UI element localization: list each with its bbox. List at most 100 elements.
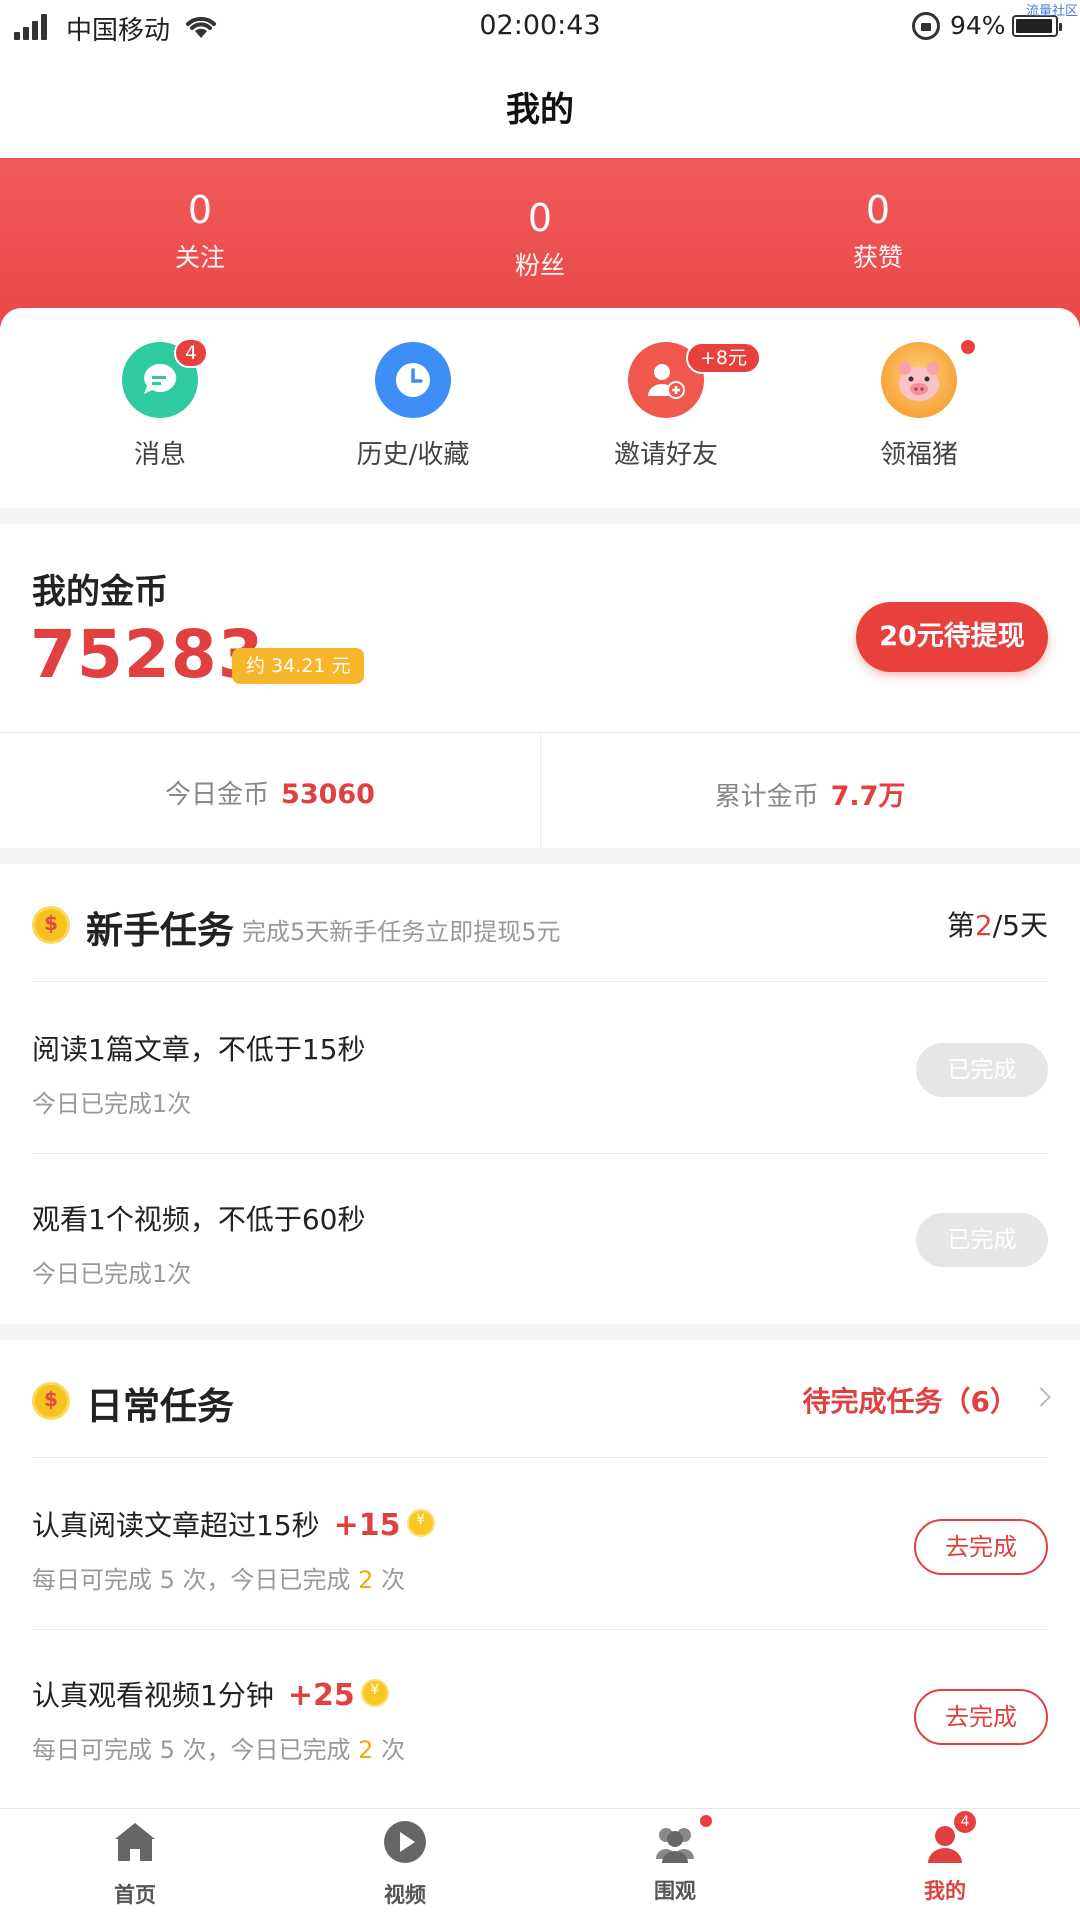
home-icon <box>115 1823 155 1861</box>
progress-current: 2 <box>974 909 993 942</box>
total-coins-label: 累计金币 <box>714 782 819 812</box>
stat-value: 0 <box>187 188 213 232</box>
add-user-icon: +8元 <box>628 342 762 418</box>
go-complete-button[interactable]: 去完成 <box>914 1519 1048 1575</box>
clock-icon <box>375 342 451 418</box>
progress-suffix: /5天 <box>992 909 1048 942</box>
invite-reward-badge: +8元 <box>686 342 762 374</box>
today-coins-value: 53060 <box>281 779 375 810</box>
rotation-lock-icon <box>912 12 940 40</box>
section-subtitle: 完成5天新手任务立即提现5元 <box>242 918 561 946</box>
notification-dot <box>961 340 975 354</box>
task-title: 认真观看视频1分钟 +25 <box>32 1674 389 1714</box>
newbie-progress: 第2/5天 <box>947 904 1048 944</box>
watermark: 流量社区 <box>1025 4 1078 19</box>
page-title: 我的 <box>506 90 574 130</box>
tab-label: 视频 <box>384 1883 426 1907</box>
task-progress-suffix: 次 <box>373 1566 406 1594</box>
coin-icon <box>32 1382 70 1420</box>
task-progress: 每日可完成 5 次，今日已完成 2 次 <box>32 1560 405 1595</box>
stat-label: 粉丝 <box>514 251 565 280</box>
play-icon <box>384 1821 426 1863</box>
task-status: 今日已完成1次 <box>32 1260 192 1288</box>
quick-action-label: 领福猪 <box>879 440 958 470</box>
profile-badge: 4 <box>952 1809 978 1835</box>
stat-following[interactable]: 0 关注 <box>100 188 300 274</box>
coin-icon <box>360 1679 389 1707</box>
quick-action-label: 历史/收藏 <box>356 440 470 470</box>
stat-value: 0 <box>865 188 891 232</box>
task-row: 认真观看视频1分钟 +25 每日可完成 5 次，今日已完成 2 次 去完成 <box>32 1630 1048 1800</box>
status-bar: 中国移动 02:00:43 94% 流量社区 <box>0 0 1080 52</box>
page: 中国移动 02:00:43 94% 流量社区 我的 0 关注 0 粉丝 0 获赞 <box>0 0 1080 1920</box>
task-progress: 每日可完成 5 次，今日已完成 2 次 <box>32 1730 405 1765</box>
message-icon: 4 <box>122 338 208 418</box>
task-name: 认真阅读文章超过15秒 <box>32 1509 320 1542</box>
chevron-right-icon <box>1031 1387 1051 1407</box>
task-row: 观看1个视频，不低于60秒 今日已完成1次 已完成 <box>32 1154 1048 1324</box>
go-complete-button[interactable]: 去完成 <box>914 1689 1048 1745</box>
section-header[interactable]: 日常任务 待完成任务（6） <box>32 1340 1051 1458</box>
quick-action-messages[interactable]: 4 消息 <box>60 338 260 471</box>
task-name: 认真观看视频1分钟 <box>32 1679 274 1712</box>
today-coins-label: 今日金币 <box>165 780 270 810</box>
quick-action-label: 邀请好友 <box>613 440 718 470</box>
task-progress-count: 2 <box>358 1736 374 1764</box>
section-title: 日常任务 <box>86 1385 234 1428</box>
task-row: 阅读1篇文章，不低于15秒 今日已完成1次 已完成 <box>32 984 1048 1154</box>
coins-title: 我的金币 <box>32 572 168 612</box>
coins-card: 我的金币 75283 约 34.21 元 20元待提现 今日金币 53060 累计… <box>0 524 1080 848</box>
quick-actions: 4 消息 历史/收藏 +8元 邀请好友 领福猪 <box>0 308 1080 508</box>
tab-bar: 首页 视频 围观 4 我的 <box>0 1808 1080 1920</box>
quick-action-label: 消息 <box>133 440 186 470</box>
coin-icon <box>32 906 70 944</box>
task-progress-count: 2 <box>358 1566 374 1594</box>
tab-label: 首页 <box>114 1883 156 1907</box>
task-status: 今日已完成1次 <box>32 1090 192 1118</box>
task-progress-prefix: 每日可完成 5 次，今日已完成 <box>32 1736 359 1764</box>
withdraw-button[interactable]: 20元待提现 <box>856 602 1048 672</box>
notification-dot <box>700 1815 712 1827</box>
tab-label: 围观 <box>654 1879 696 1903</box>
pending-tasks-link[interactable]: 待完成任务（6） <box>803 1380 1018 1420</box>
quick-action-history[interactable]: 历史/收藏 <box>313 342 513 471</box>
task-title: 认真阅读文章超过15秒 +15 <box>32 1504 435 1544</box>
daily-tasks-section: 日常任务 待完成任务（6） 认真阅读文章超过15秒 +15 每日可完成 5 次，今… <box>0 1340 1080 1808</box>
pig-icon <box>881 340 975 418</box>
coins-amount: 75283 <box>30 616 265 693</box>
progress-prefix: 第 <box>946 909 975 942</box>
profile-icon: 4 <box>922 1809 978 1865</box>
coins-approx-badge: 约 34.21 元 <box>232 648 365 684</box>
section-header: 新手任务 完成5天新手任务立即提现5元 第2/5天 <box>32 864 1048 982</box>
quick-action-lucky-pig[interactable]: 领福猪 <box>819 340 1019 471</box>
today-coins: 今日金币 53060 <box>0 774 540 811</box>
tab-watch[interactable]: 围观 <box>540 1815 810 1905</box>
total-coins-value: 7.7万 <box>830 781 906 812</box>
tab-video[interactable]: 视频 <box>270 1819 540 1909</box>
completed-button[interactable]: 已完成 <box>916 1043 1048 1097</box>
stat-label: 获赞 <box>852 243 903 272</box>
task-progress-prefix: 每日可完成 5 次，今日已完成 <box>32 1566 359 1594</box>
task-reward: +15 <box>333 1508 401 1543</box>
battery-percent: 94% <box>950 11 1006 40</box>
completed-button[interactable]: 已完成 <box>916 1213 1048 1267</box>
task-row: 认真阅读文章超过15秒 +15 每日可完成 5 次，今日已完成 2 次 去完成 <box>32 1460 1048 1630</box>
tab-home[interactable]: 首页 <box>0 1819 270 1909</box>
message-badge: 4 <box>174 338 208 368</box>
stat-fans[interactable]: 0 粉丝 <box>440 196 640 282</box>
quick-action-invite[interactable]: +8元 邀请好友 <box>566 342 766 471</box>
tab-label: 我的 <box>924 1879 966 1903</box>
nav-bar: 我的 <box>0 52 1080 158</box>
stat-label: 关注 <box>174 243 225 272</box>
total-coins: 累计金币 7.7万 <box>540 774 1080 813</box>
tab-me[interactable]: 4 我的 <box>810 1809 1080 1905</box>
newbie-tasks-section: 新手任务 完成5天新手任务立即提现5元 第2/5天 阅读1篇文章，不低于15秒 … <box>0 864 1080 1324</box>
stat-value: 0 <box>527 196 553 240</box>
coin-icon <box>406 1509 435 1537</box>
task-progress-suffix: 次 <box>373 1736 406 1764</box>
task-name: 阅读1篇文章，不低于15秒 <box>32 1033 366 1066</box>
task-name: 观看1个视频，不低于60秒 <box>32 1203 366 1236</box>
section-title: 新手任务 <box>86 909 234 952</box>
stat-likes[interactable]: 0 获赞 <box>778 188 978 274</box>
task-reward: +25 <box>287 1678 355 1713</box>
